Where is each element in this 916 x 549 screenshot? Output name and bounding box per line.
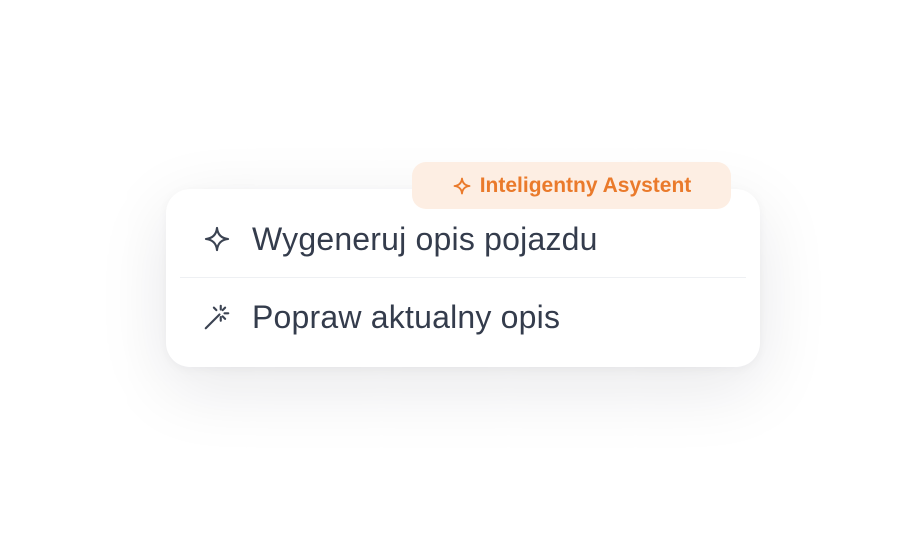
stage: Inteligentny Asystent Wygeneruj opis poj… (0, 0, 916, 549)
menu-item-improve-description[interactable]: Popraw aktualny opis (180, 281, 746, 353)
sparkle-icon (202, 224, 232, 254)
menu-item-label: Wygeneruj opis pojazdu (252, 220, 598, 257)
badge-label: Inteligentny Asystent (479, 173, 692, 197)
menu-divider (180, 277, 746, 278)
sparkle-icon (452, 176, 472, 196)
menu-item-generate-description[interactable]: Wygeneruj opis pojazdu (180, 203, 746, 275)
magic-wand-icon (202, 302, 232, 332)
ai-assistant-badge: Inteligentny Asystent (412, 162, 731, 209)
menu-item-label: Popraw aktualny opis (252, 298, 561, 335)
ai-actions-menu: Wygeneruj opis pojazdu Popraw aktualny o… (166, 189, 760, 367)
